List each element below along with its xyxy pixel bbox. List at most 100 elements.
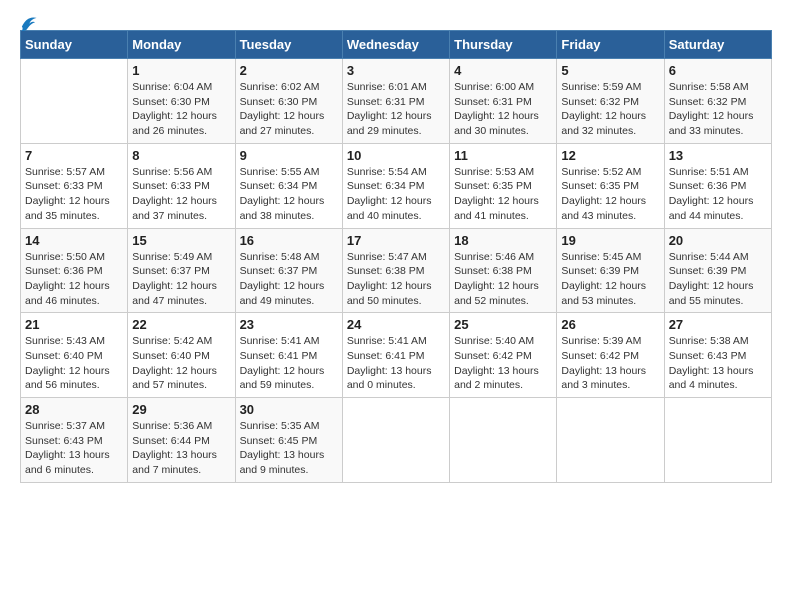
day-info: Sunrise: 5:53 AM Sunset: 6:35 PM Dayligh… — [454, 165, 552, 224]
logo-bird-icon — [16, 12, 38, 34]
day-cell: 20Sunrise: 5:44 AM Sunset: 6:39 PM Dayli… — [664, 228, 771, 313]
calendar-body: 1 Sunrise: 6:04 AM Sunset: 6:30 PM Daylig… — [21, 59, 772, 483]
day-cell: 12 Sunrise: 5:52 AM Sunset: 6:35 PM Dayli… — [557, 143, 664, 228]
day-cell: 14 Sunrise: 5:50 AM Sunset: 6:36 PM Dayli… — [21, 228, 128, 313]
day-info: Sunrise: 5:35 AM Sunset: 6:45 PM Dayligh… — [240, 419, 338, 478]
day-info: Sunrise: 5:41 AM Sunset: 6:41 PM Dayligh… — [347, 334, 445, 393]
day-cell: 27 Sunrise: 5:38 AM Sunset: 6:43 PM Dayli… — [664, 313, 771, 398]
day-number: 12 — [561, 148, 659, 163]
day-info: Sunrise: 5:47 AM Sunset: 6:38 PM Dayligh… — [347, 250, 445, 309]
day-cell: 23Sunrise: 5:41 AM Sunset: 6:41 PM Dayli… — [235, 313, 342, 398]
day-number: 27 — [669, 317, 767, 332]
day-info: Sunrise: 5:50 AM Sunset: 6:36 PM Dayligh… — [25, 250, 123, 309]
day-number: 15 — [132, 233, 230, 248]
day-cell: 26 Sunrise: 5:39 AM Sunset: 6:42 PM Dayli… — [557, 313, 664, 398]
day-number: 21 — [25, 317, 123, 332]
day-cell — [664, 398, 771, 483]
day-info: Sunrise: 6:00 AM Sunset: 6:31 PM Dayligh… — [454, 80, 552, 139]
day-info: Sunrise: 5:39 AM Sunset: 6:42 PM Dayligh… — [561, 334, 659, 393]
day-number: 7 — [25, 148, 123, 163]
day-info: Sunrise: 5:59 AM Sunset: 6:32 PM Dayligh… — [561, 80, 659, 139]
day-info: Sunrise: 5:55 AM Sunset: 6:34 PM Dayligh… — [240, 165, 338, 224]
day-info: Sunrise: 5:51 AM Sunset: 6:36 PM Dayligh… — [669, 165, 767, 224]
day-number: 26 — [561, 317, 659, 332]
day-header-wednesday: Wednesday — [342, 31, 449, 59]
day-info: Sunrise: 5:54 AM Sunset: 6:34 PM Dayligh… — [347, 165, 445, 224]
day-number: 14 — [25, 233, 123, 248]
day-header-thursday: Thursday — [450, 31, 557, 59]
week-row-2: 7 Sunrise: 5:57 AM Sunset: 6:33 PM Daylig… — [21, 143, 772, 228]
day-info: Sunrise: 5:48 AM Sunset: 6:37 PM Dayligh… — [240, 250, 338, 309]
day-cell: 3 Sunrise: 6:01 AM Sunset: 6:31 PM Daylig… — [342, 59, 449, 144]
day-cell: 13 Sunrise: 5:51 AM Sunset: 6:36 PM Dayli… — [664, 143, 771, 228]
day-cell: 2 Sunrise: 6:02 AM Sunset: 6:30 PM Daylig… — [235, 59, 342, 144]
day-info: Sunrise: 5:52 AM Sunset: 6:35 PM Dayligh… — [561, 165, 659, 224]
day-number: 9 — [240, 148, 338, 163]
day-cell: 25 Sunrise: 5:40 AM Sunset: 6:42 PM Dayli… — [450, 313, 557, 398]
day-info: Sunrise: 5:36 AM Sunset: 6:44 PM Dayligh… — [132, 419, 230, 478]
day-number: 30 — [240, 402, 338, 417]
day-info: Sunrise: 5:45 AM Sunset: 6:39 PM Dayligh… — [561, 250, 659, 309]
day-number: 18 — [454, 233, 552, 248]
calendar-header: SundayMondayTuesdayWednesdayThursdayFrid… — [21, 31, 772, 59]
day-number: 13 — [669, 148, 767, 163]
day-number: 24 — [347, 317, 445, 332]
day-number: 8 — [132, 148, 230, 163]
day-number: 20 — [669, 233, 767, 248]
day-info: Sunrise: 5:37 AM Sunset: 6:43 PM Dayligh… — [25, 419, 123, 478]
day-cell — [450, 398, 557, 483]
day-cell: 30 Sunrise: 5:35 AM Sunset: 6:45 PM Dayli… — [235, 398, 342, 483]
day-cell: 16 Sunrise: 5:48 AM Sunset: 6:37 PM Dayli… — [235, 228, 342, 313]
day-info: Sunrise: 6:01 AM Sunset: 6:31 PM Dayligh… — [347, 80, 445, 139]
day-info: Sunrise: 5:46 AM Sunset: 6:38 PM Dayligh… — [454, 250, 552, 309]
day-cell: 19 Sunrise: 5:45 AM Sunset: 6:39 PM Dayli… — [557, 228, 664, 313]
day-header-sunday: Sunday — [21, 31, 128, 59]
day-number: 29 — [132, 402, 230, 417]
day-cell: 18 Sunrise: 5:46 AM Sunset: 6:38 PM Dayli… — [450, 228, 557, 313]
day-number: 28 — [25, 402, 123, 417]
week-row-3: 14 Sunrise: 5:50 AM Sunset: 6:36 PM Dayli… — [21, 228, 772, 313]
day-info: Sunrise: 5:38 AM Sunset: 6:43 PM Dayligh… — [669, 334, 767, 393]
day-number: 25 — [454, 317, 552, 332]
day-cell: 17 Sunrise: 5:47 AM Sunset: 6:38 PM Dayli… — [342, 228, 449, 313]
day-cell: 15 Sunrise: 5:49 AM Sunset: 6:37 PM Dayli… — [128, 228, 235, 313]
day-cell: 24 Sunrise: 5:41 AM Sunset: 6:41 PM Dayli… — [342, 313, 449, 398]
day-cell — [342, 398, 449, 483]
day-cell: 6 Sunrise: 5:58 AM Sunset: 6:32 PM Daylig… — [664, 59, 771, 144]
day-cell — [557, 398, 664, 483]
day-info: Sunrise: 6:02 AM Sunset: 6:30 PM Dayligh… — [240, 80, 338, 139]
day-info: Sunrise: 5:57 AM Sunset: 6:33 PM Dayligh… — [25, 165, 123, 224]
day-cell — [21, 59, 128, 144]
day-cell: 7 Sunrise: 5:57 AM Sunset: 6:33 PM Daylig… — [21, 143, 128, 228]
day-number: 3 — [347, 63, 445, 78]
day-cell: 22Sunrise: 5:42 AM Sunset: 6:40 PM Dayli… — [128, 313, 235, 398]
day-header-monday: Monday — [128, 31, 235, 59]
day-number: 4 — [454, 63, 552, 78]
day-number: 16 — [240, 233, 338, 248]
day-info: Sunrise: 5:49 AM Sunset: 6:37 PM Dayligh… — [132, 250, 230, 309]
day-number: 17 — [347, 233, 445, 248]
day-number: 10 — [347, 148, 445, 163]
day-cell: 5 Sunrise: 5:59 AM Sunset: 6:32 PM Daylig… — [557, 59, 664, 144]
day-cell: 9 Sunrise: 5:55 AM Sunset: 6:34 PM Daylig… — [235, 143, 342, 228]
day-number: 1 — [132, 63, 230, 78]
day-cell: 11 Sunrise: 5:53 AM Sunset: 6:35 PM Dayli… — [450, 143, 557, 228]
day-cell: 21Sunrise: 5:43 AM Sunset: 6:40 PM Dayli… — [21, 313, 128, 398]
day-cell: 8 Sunrise: 5:56 AM Sunset: 6:33 PM Daylig… — [128, 143, 235, 228]
day-info: Sunrise: 5:58 AM Sunset: 6:32 PM Dayligh… — [669, 80, 767, 139]
day-number: 19 — [561, 233, 659, 248]
day-header-friday: Friday — [557, 31, 664, 59]
day-cell: 4 Sunrise: 6:00 AM Sunset: 6:31 PM Daylig… — [450, 59, 557, 144]
week-row-5: 28 Sunrise: 5:37 AM Sunset: 6:43 PM Dayli… — [21, 398, 772, 483]
day-info: Sunrise: 5:42 AM Sunset: 6:40 PM Dayligh… — [132, 334, 230, 393]
day-info: Sunrise: 5:56 AM Sunset: 6:33 PM Dayligh… — [132, 165, 230, 224]
day-number: 5 — [561, 63, 659, 78]
day-number: 6 — [669, 63, 767, 78]
day-info: Sunrise: 5:40 AM Sunset: 6:42 PM Dayligh… — [454, 334, 552, 393]
day-number: 2 — [240, 63, 338, 78]
day-info: Sunrise: 6:04 AM Sunset: 6:30 PM Dayligh… — [132, 80, 230, 139]
day-cell: 28 Sunrise: 5:37 AM Sunset: 6:43 PM Dayli… — [21, 398, 128, 483]
day-number: 11 — [454, 148, 552, 163]
day-header-tuesday: Tuesday — [235, 31, 342, 59]
day-cell: 1 Sunrise: 6:04 AM Sunset: 6:30 PM Daylig… — [128, 59, 235, 144]
